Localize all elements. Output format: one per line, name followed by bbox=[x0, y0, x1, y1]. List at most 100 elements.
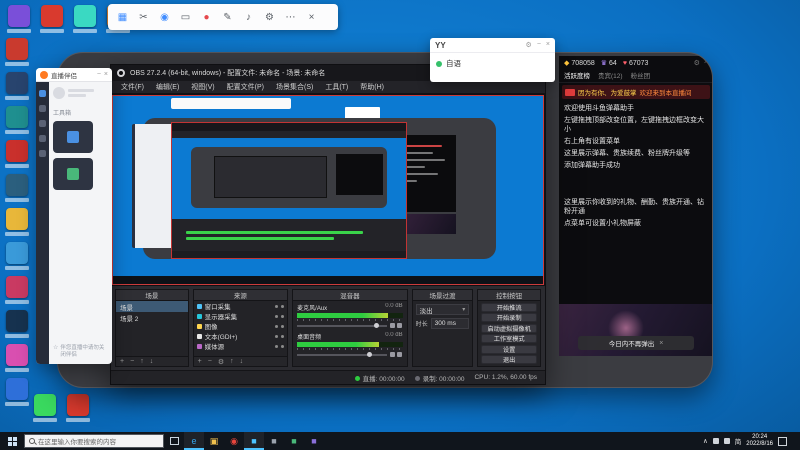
scene-tool-button[interactable]: ↓ bbox=[150, 358, 154, 365]
window-control-button[interactable]: − bbox=[97, 71, 101, 78]
channel-options-icon[interactable] bbox=[396, 352, 402, 357]
panel-header-icon[interactable]: × bbox=[704, 59, 708, 67]
source-tool-button[interactable]: ↑ bbox=[230, 358, 234, 365]
visibility-eye-icon[interactable] bbox=[275, 314, 279, 318]
taskbar-search-input[interactable]: 在这里输入你要搜索的内容 bbox=[24, 434, 164, 448]
tool-tile[interactable] bbox=[53, 158, 93, 190]
scene-tool-button[interactable]: − bbox=[130, 358, 134, 365]
nav-rail-item[interactable] bbox=[39, 150, 46, 157]
toast-close-icon[interactable]: × bbox=[659, 340, 663, 347]
source-item[interactable]: 显示器采集 bbox=[194, 311, 288, 321]
scene-item[interactable]: 场景 bbox=[116, 301, 188, 312]
obs-menu-item[interactable]: 工具(T) bbox=[319, 82, 354, 92]
taskbar-app-icon[interactable]: e bbox=[184, 432, 204, 450]
taskbar-app-icon[interactable]: ■ bbox=[264, 432, 284, 450]
danmaku-tab[interactable]: 活跃度榜 bbox=[564, 70, 590, 80]
desktop-icon[interactable] bbox=[5, 378, 29, 406]
obs-control-button[interactable]: 工作室模式 bbox=[481, 334, 537, 344]
source-tool-button[interactable]: − bbox=[208, 358, 212, 365]
source-tool-button[interactable]: + bbox=[198, 358, 202, 365]
dismiss-toast[interactable]: 今日内不再弹出 × bbox=[578, 336, 694, 350]
lock-icon[interactable] bbox=[281, 314, 285, 318]
lock-icon[interactable] bbox=[281, 344, 285, 348]
desktop-icon[interactable] bbox=[5, 242, 29, 270]
desktop-icon[interactable] bbox=[5, 310, 29, 338]
toolbar-icon[interactable]: ✂ bbox=[133, 7, 154, 27]
slider-handle[interactable] bbox=[366, 352, 372, 357]
obs-preview-canvas[interactable] bbox=[111, 94, 545, 286]
desktop-icon[interactable] bbox=[40, 5, 64, 33]
network-icon[interactable] bbox=[712, 438, 719, 444]
speaker-icon[interactable] bbox=[389, 323, 395, 328]
window-control-button[interactable]: × bbox=[104, 71, 108, 78]
taskbar-app-icon[interactable]: ▣ bbox=[204, 432, 224, 450]
desktop-icon[interactable] bbox=[5, 208, 29, 236]
source-item[interactable]: 媒体源 bbox=[194, 341, 288, 351]
taskbar-app-icon[interactable]: ■ bbox=[244, 432, 264, 450]
source-tool-button[interactable]: ⚙ bbox=[218, 358, 224, 366]
obs-control-button[interactable]: 退出 bbox=[481, 355, 537, 365]
desktop-icon[interactable] bbox=[5, 344, 29, 372]
visibility-eye-icon[interactable] bbox=[275, 334, 279, 338]
desktop-icon[interactable] bbox=[33, 394, 57, 422]
nav-rail-item[interactable] bbox=[39, 105, 46, 112]
visibility-eye-icon[interactable] bbox=[275, 324, 279, 328]
obs-control-button[interactable]: 开始录制 bbox=[481, 313, 537, 323]
source-item[interactable]: 图像 bbox=[194, 321, 288, 331]
toolbar-icon[interactable]: ▦ bbox=[112, 7, 133, 27]
obs-control-button[interactable]: 设置 bbox=[481, 344, 537, 354]
taskbar-app-icon[interactable]: ◉ bbox=[224, 432, 244, 450]
nav-rail-item[interactable] bbox=[39, 120, 46, 127]
tray-chevron-icon[interactable]: ∧ bbox=[703, 437, 708, 445]
toolbar-icon[interactable]: ● bbox=[196, 7, 217, 27]
slider-handle[interactable] bbox=[373, 323, 379, 328]
taskbar-app-icon[interactable]: ■ bbox=[304, 432, 324, 450]
obs-menu-item[interactable]: 场景集合(S) bbox=[270, 82, 319, 92]
obs-menu-item[interactable]: 帮助(H) bbox=[354, 82, 390, 92]
scenes-dock-title[interactable]: 场景 bbox=[116, 290, 188, 301]
panel-header-icon[interactable]: ⚙ bbox=[694, 59, 700, 67]
toolbar-icon[interactable]: ◉ bbox=[154, 7, 175, 27]
obs-control-button[interactable]: 启动虚拟摄像机 bbox=[481, 323, 537, 333]
desktop-icon[interactable] bbox=[66, 394, 90, 422]
volume-slider[interactable] bbox=[297, 322, 402, 329]
desktop-icon[interactable] bbox=[5, 174, 29, 202]
clock[interactable]: 20:24 2022/8/16 bbox=[746, 434, 773, 448]
window-control-button[interactable]: − bbox=[537, 41, 541, 49]
source-item[interactable]: 文本(GDI+) bbox=[194, 331, 288, 341]
source-tool-button[interactable]: ↓ bbox=[240, 358, 244, 365]
scene-tool-button[interactable]: + bbox=[120, 358, 124, 365]
duration-input[interactable]: 300 ms bbox=[430, 318, 470, 329]
scene-tool-button[interactable]: ↑ bbox=[140, 358, 144, 365]
desktop-icon[interactable] bbox=[5, 72, 29, 100]
window-control-button[interactable]: × bbox=[546, 41, 550, 49]
nav-rail-item[interactable] bbox=[39, 90, 46, 97]
volume-icon[interactable] bbox=[723, 438, 730, 444]
obs-menu-item[interactable]: 配置文件(P) bbox=[221, 82, 270, 92]
obs-menu-item[interactable]: 编辑(E) bbox=[150, 82, 185, 92]
transition-select[interactable]: 淡出 ▾ bbox=[415, 304, 470, 315]
lock-icon[interactable] bbox=[281, 324, 285, 328]
visibility-eye-icon[interactable] bbox=[275, 304, 279, 308]
toolbar-icon[interactable]: ⚙ bbox=[259, 7, 280, 27]
yy-titlebar[interactable]: YY ⚙ − × bbox=[430, 38, 555, 53]
window-control-button[interactable]: ⚙ bbox=[526, 41, 532, 49]
volume-slider[interactable] bbox=[297, 351, 402, 358]
desktop-icon[interactable] bbox=[5, 38, 29, 66]
start-button[interactable] bbox=[0, 432, 24, 450]
desktop-icon[interactable] bbox=[5, 140, 29, 168]
taskbar-app-icon[interactable]: ■ bbox=[284, 432, 304, 450]
desktop-icon[interactable] bbox=[5, 106, 29, 134]
yy-channel-row[interactable]: 自语 bbox=[430, 53, 555, 74]
scene-item[interactable]: 场景 2 bbox=[116, 312, 188, 323]
toolbar-icon[interactable]: × bbox=[301, 7, 322, 27]
input-language-indicator[interactable]: 简 bbox=[735, 436, 742, 446]
controls-dock-title[interactable]: 控制按钮 bbox=[478, 290, 540, 301]
lock-icon[interactable] bbox=[281, 334, 285, 338]
obs-control-button[interactable]: 开始推流 bbox=[481, 303, 537, 312]
desktop-icon[interactable] bbox=[73, 5, 97, 33]
toolbar-icon[interactable]: ♪ bbox=[238, 7, 259, 27]
obs-menu-item[interactable]: 文件(F) bbox=[115, 82, 150, 92]
transitions-dock-title[interactable]: 场景过渡 bbox=[412, 290, 473, 301]
speaker-icon[interactable] bbox=[389, 352, 395, 357]
